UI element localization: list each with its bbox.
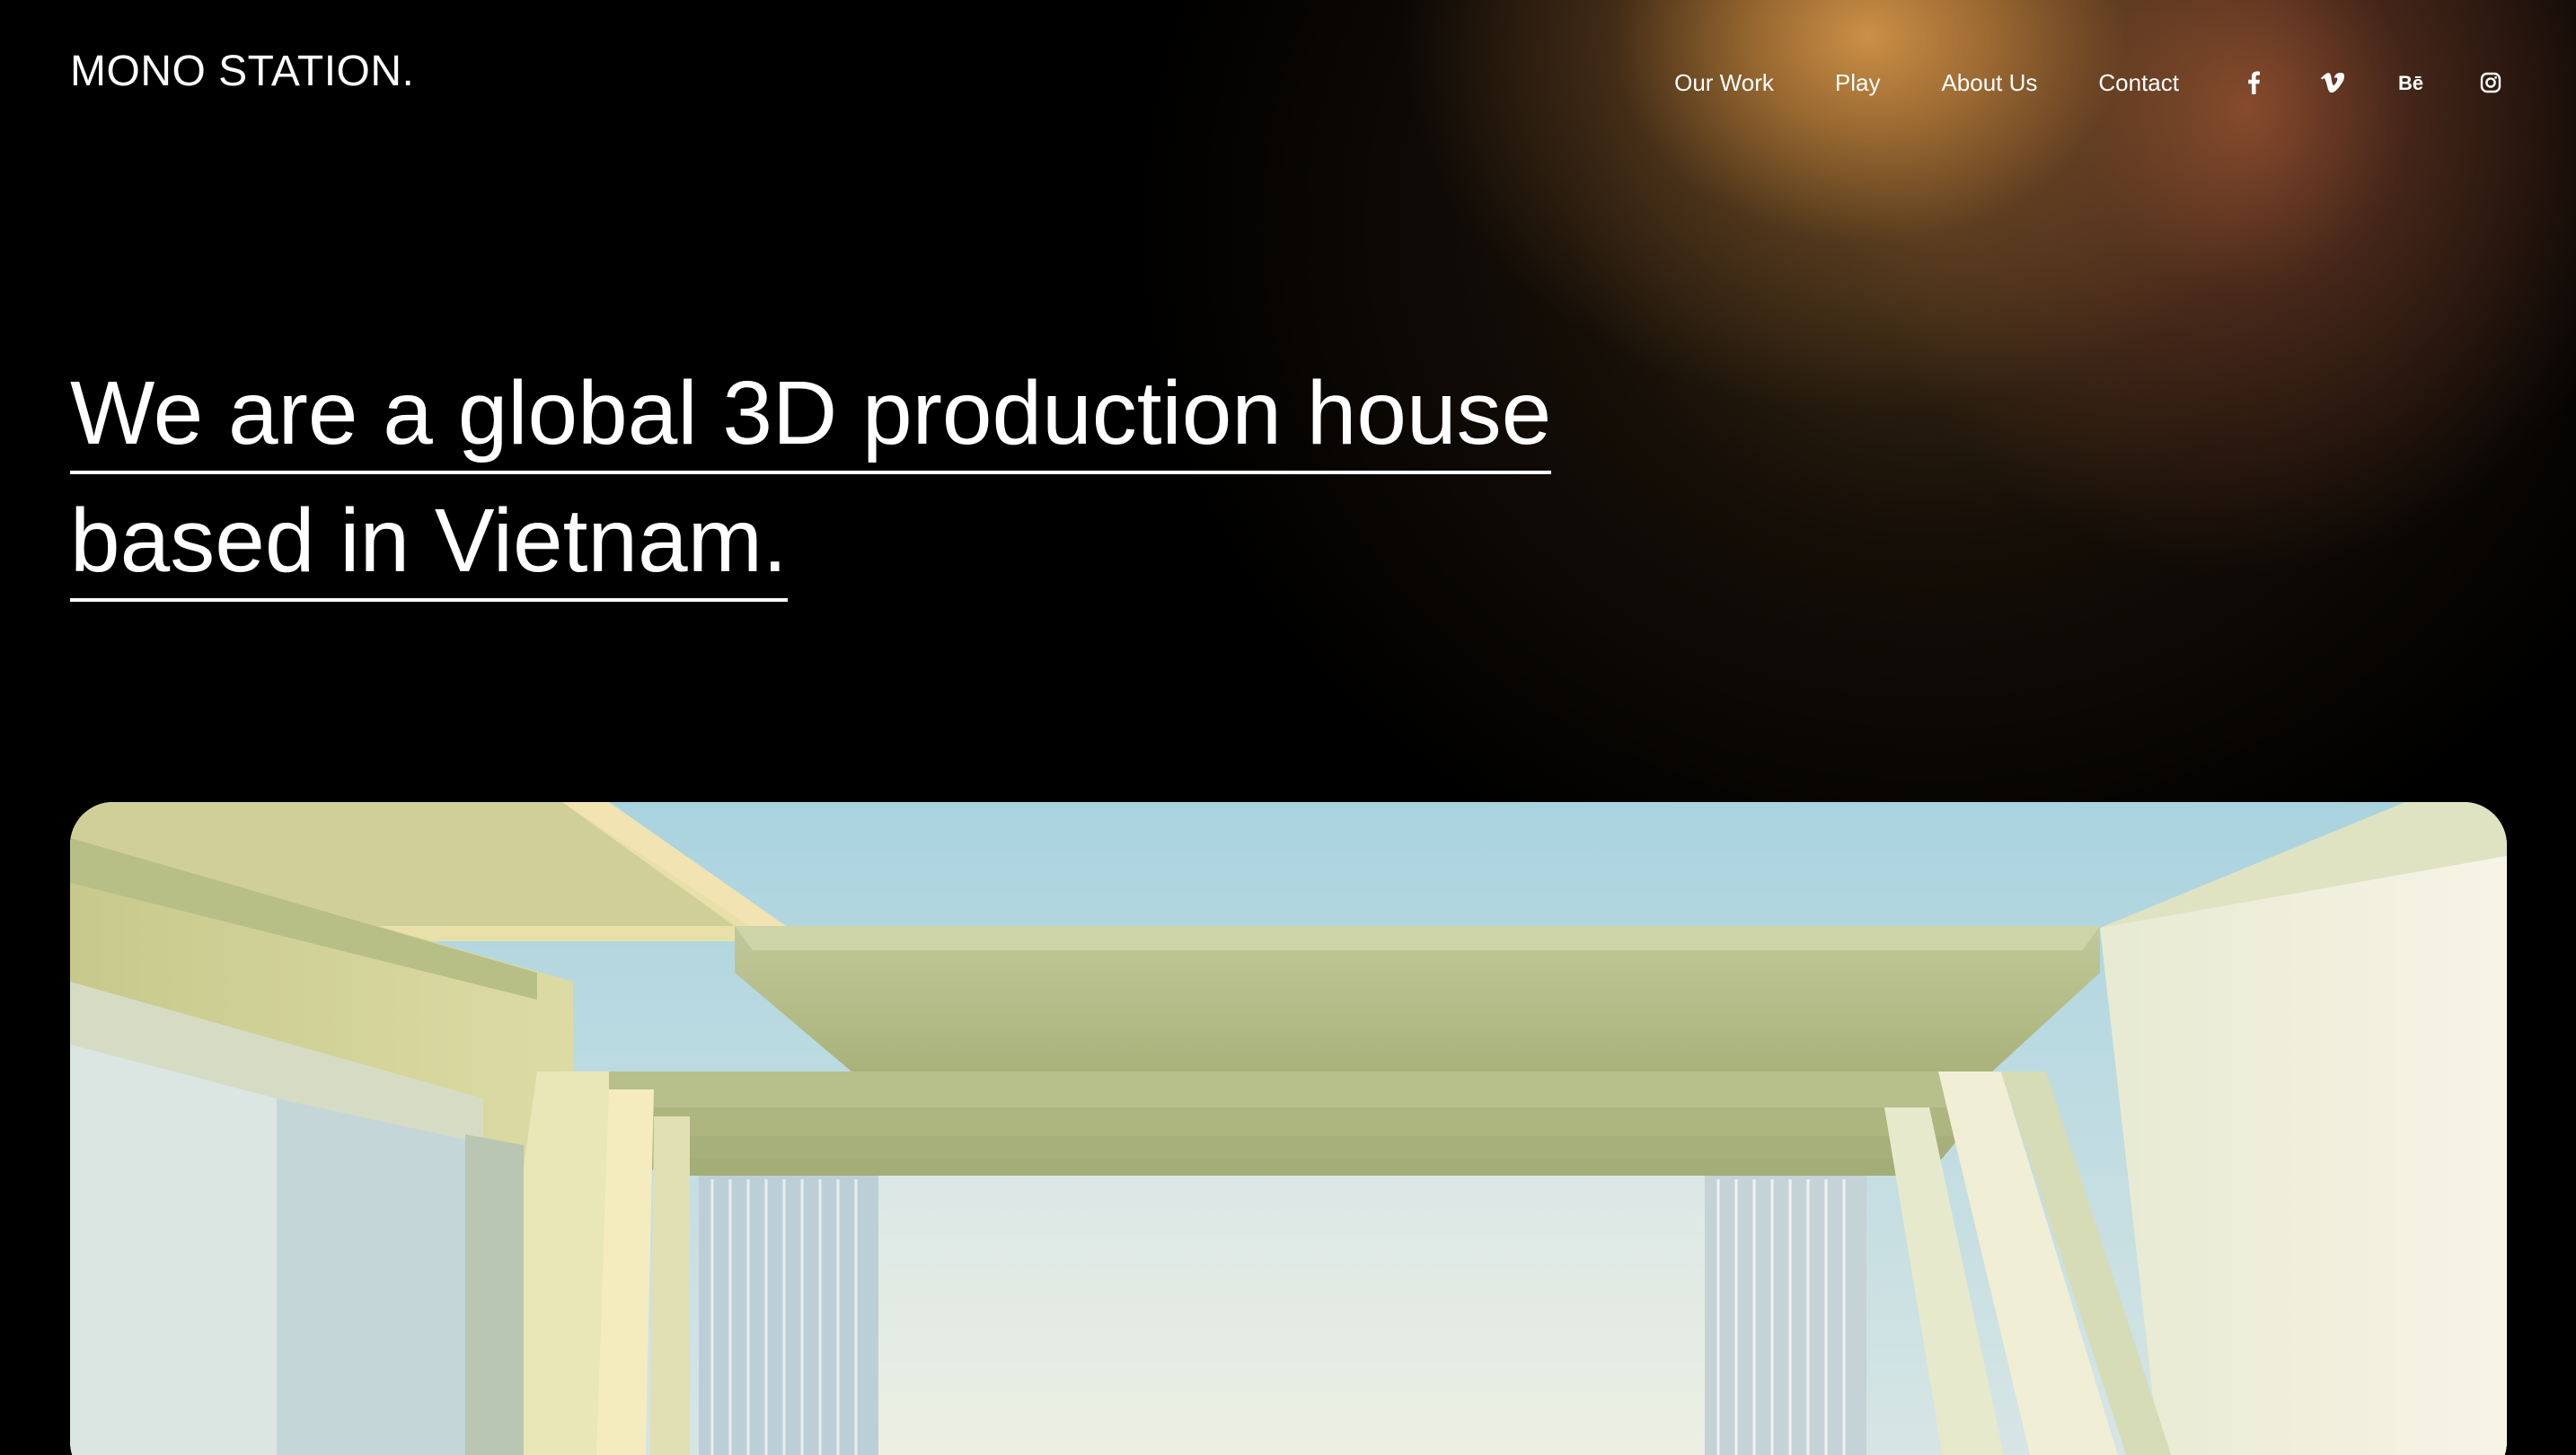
vimeo-icon[interactable] xyxy=(2317,67,2348,98)
hero-section: We are a global 3D production house base… xyxy=(70,368,1597,602)
logo[interactable]: MONO STATION. xyxy=(70,50,414,93)
main-nav: Our Work Play About Us Contact Bē xyxy=(1674,63,2506,102)
hero-headline-line-1: We are a global 3D production house xyxy=(70,368,1552,474)
hero-showcase-image[interactable] xyxy=(70,802,2507,1455)
architecture-render-illustration xyxy=(70,802,2507,1455)
nav-our-work[interactable]: Our Work xyxy=(1674,69,1774,97)
facebook-icon[interactable] xyxy=(2238,67,2269,98)
nav-about-us[interactable]: About Us xyxy=(1941,69,2037,97)
social-links: Bē xyxy=(2238,67,2506,98)
page: MONO STATION. Our Work Play About Us Con… xyxy=(0,0,2576,1455)
nav-play[interactable]: Play xyxy=(1835,69,1881,97)
instagram-icon[interactable] xyxy=(2475,67,2506,98)
hero-headline-line-2: based in Vietnam. xyxy=(70,496,788,602)
nav-contact[interactable]: Contact xyxy=(2098,69,2179,97)
behance-icon[interactable]: Bē xyxy=(2396,67,2427,98)
svg-text:Bē: Bē xyxy=(2398,74,2423,92)
